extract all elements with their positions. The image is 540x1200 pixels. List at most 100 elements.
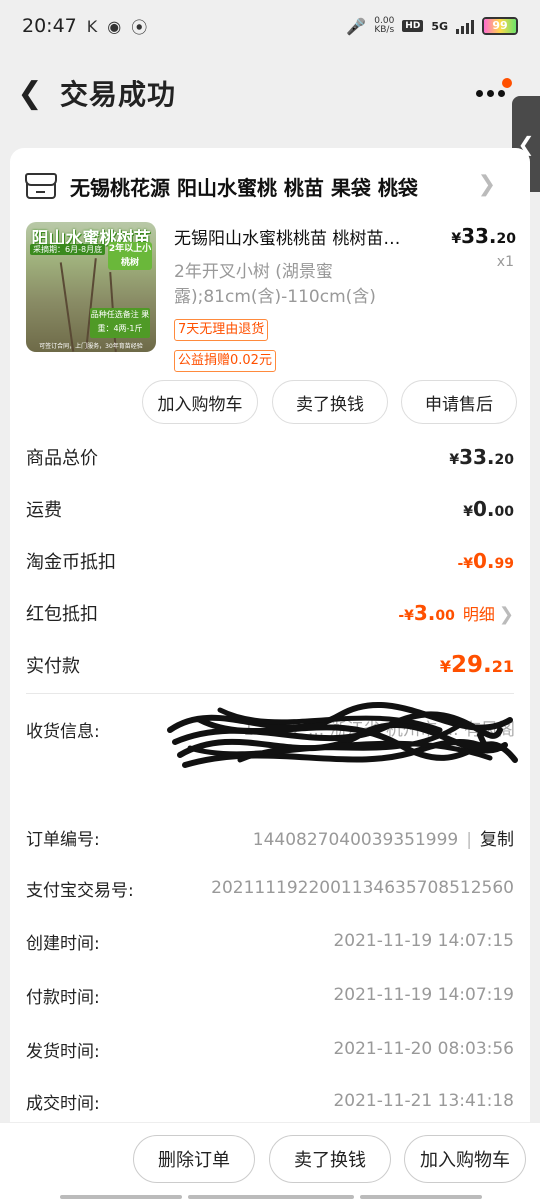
- order-number-value: 1440827040039351999 | 复制: [252, 829, 514, 850]
- shipping-row: 运费 ¥0.00: [26, 494, 514, 524]
- order-card: 无锡桃花源 阳山水蜜桃 桃苗 果袋 桃袋 ❯ 阳山水蜜桃树苗 采摘期：6月-8月…: [10, 148, 530, 1148]
- paid-int: 29.: [450, 652, 492, 678]
- page-title: 交易成功: [60, 78, 177, 111]
- shipping-value: ¥0.00: [463, 497, 514, 521]
- k-app-icon: K: [86, 16, 98, 36]
- redpacket-row[interactable]: 红包抵扣 -¥3.00 明细 ❯: [26, 598, 514, 628]
- coin-discount-label: 淘金币抵扣: [26, 552, 116, 573]
- signal-icon: [456, 18, 474, 34]
- redpacket-int: 3.: [413, 601, 436, 625]
- total-int: 33.: [459, 445, 495, 469]
- chevron-right-icon: ❯: [498, 604, 514, 625]
- delete-order-button[interactable]: 删除订单: [133, 1135, 255, 1183]
- total-sym: ¥: [449, 452, 460, 468]
- shipping-sym: ¥: [463, 504, 473, 520]
- gesture-bar: [188, 1195, 354, 1199]
- order-number: 1440827040039351999: [252, 829, 459, 850]
- shop-row[interactable]: 无锡桃花源 阳山水蜜桃 桃苗 果袋 桃袋 ❯: [10, 166, 530, 206]
- divider: [26, 693, 514, 694]
- receiver-label: 收货信息:: [26, 721, 100, 742]
- coin-discount-value: -¥0.99: [457, 549, 514, 573]
- product-image[interactable]: 阳山水蜜桃树苗 采摘期：6月-8月底 2年以上小桃树 品种任选备注 果重：4两-…: [26, 222, 156, 352]
- gesture-bar: [60, 1195, 182, 1199]
- battery-level: 99: [492, 19, 508, 32]
- product-quantity: x1: [496, 254, 514, 270]
- more-icon[interactable]: [476, 78, 512, 108]
- alipay-row: 支付宝交易号: 2021111922001134635708512560: [26, 873, 514, 903]
- created-time: 2021-11-19 14:07:15: [333, 931, 514, 951]
- shipped-time: 2021-11-20 08:03:56: [333, 1039, 514, 1059]
- net-speed-unit: KB/s: [374, 25, 395, 35]
- redpacket-sym: -¥: [398, 608, 414, 624]
- coin-dec: 99: [494, 556, 514, 572]
- shop-name: 无锡桃花源 阳山水蜜桃 桃苗 果袋 桃袋: [70, 175, 418, 200]
- image-badge: 2年以上小桃树: [108, 242, 152, 270]
- paid-value: ¥29.21: [440, 652, 514, 678]
- completed-time: 2021-11-21 13:41:18: [333, 1091, 514, 1111]
- notification-dot: [502, 78, 512, 88]
- gesture-bar: [360, 1195, 482, 1199]
- coin-int: 0.: [473, 549, 495, 573]
- battery-icon: 99: [482, 17, 518, 35]
- add-cart-button[interactable]: 加入购物车: [142, 380, 258, 424]
- shop-icon: [25, 173, 57, 199]
- price-integer: 33.: [461, 224, 497, 248]
- shipping-dec: 00: [494, 504, 514, 520]
- total-price-row: 商品总价 ¥33.20: [26, 442, 514, 472]
- shipping-int: 0.: [473, 497, 495, 521]
- hotspot-icon: ⦿: [131, 18, 148, 37]
- price-decimal: 20: [496, 231, 516, 247]
- network-type: 5G: [431, 19, 448, 33]
- product-price: ¥33.20: [451, 224, 516, 248]
- microphone-icon: 🎤: [346, 16, 367, 36]
- status-time: 20:47: [22, 15, 77, 37]
- redpacket-value: -¥3.00 明细 ❯: [398, 601, 514, 625]
- completed-label: 成交时间:: [26, 1093, 100, 1114]
- image-footer: 可签订合同，上门服务，30年育苗经验: [39, 343, 143, 350]
- total-price-value: ¥33.20: [449, 445, 514, 469]
- sell-button-bottom[interactable]: 卖了换钱: [269, 1135, 391, 1183]
- shipped-label: 发货时间:: [26, 1041, 100, 1062]
- created-label: 创建时间:: [26, 933, 100, 954]
- coin-discount-row: 淘金币抵扣 -¥0.99: [26, 546, 514, 576]
- paid-time-row: 付款时间: 2021-11-19 14:07:19: [26, 980, 514, 1010]
- hd-icon: HD: [402, 20, 424, 32]
- return-policy-tag: 7天无理由退货: [174, 319, 269, 341]
- completed-row: 成交时间: 2021-11-21 13:41:18: [26, 1086, 514, 1116]
- paid-sym: ¥: [439, 657, 451, 676]
- redpacket-label: 红包抵扣: [26, 604, 98, 625]
- charity-tag: 公益捐赠0.02元: [174, 350, 276, 372]
- created-row: 创建时间: 2021-11-19 14:07:15: [26, 926, 514, 956]
- order-number-row: 订单编号: 1440827040039351999 | 复制: [26, 822, 514, 852]
- product-name[interactable]: 无锡阳山水蜜桃桃苗 桃树苗…: [174, 224, 444, 249]
- alipay-label: 支付宝交易号:: [26, 880, 134, 901]
- paid-dec: 21: [491, 657, 514, 676]
- sell-button[interactable]: 卖了换钱: [272, 380, 388, 424]
- coin-sym: -¥: [457, 556, 473, 572]
- paid-row: 实付款 ¥29.21: [26, 650, 514, 680]
- total-dec: 20: [494, 452, 514, 468]
- price-symbol: ¥: [451, 231, 462, 247]
- redaction-scribble: [167, 701, 518, 768]
- paid-label: 实付款: [26, 656, 80, 677]
- bottom-action-bar: 删除订单 卖了换钱 加入购物车: [0, 1122, 540, 1200]
- nav-bar: ❮ 交易成功: [0, 58, 540, 128]
- product-sku: 2年开叉小树 (湖景蜜露);81cm(含)-110cm(含): [174, 262, 376, 307]
- shipping-label: 运费: [26, 500, 62, 521]
- net-speed: 0.00 KB/s: [374, 17, 394, 35]
- image-subtitle: 采摘期：6月-8月底: [30, 244, 106, 255]
- shipped-row: 发货时间: 2021-11-20 08:03:56: [26, 1034, 514, 1064]
- status-bar: 20:47 K ◉ ⦿ 🎤 0.00 KB/s HD 5G 99: [0, 0, 540, 52]
- add-cart-button-bottom[interactable]: 加入购物车: [404, 1135, 526, 1183]
- redpacket-detail-link[interactable]: 明细: [463, 605, 495, 624]
- copy-button[interactable]: 复制: [480, 830, 514, 850]
- receiver-row: 收货信息:: [26, 714, 176, 744]
- after-sale-button[interactable]: 申请售后: [401, 380, 517, 424]
- paid-time-label: 付款时间:: [26, 987, 100, 1008]
- redpacket-dec: 00: [435, 608, 455, 624]
- chevron-right-icon: ❯: [477, 172, 496, 197]
- wechat-icon: ◉: [107, 16, 122, 36]
- paid-time: 2021-11-19 14:07:19: [333, 985, 514, 1005]
- image-box: 品种任选备注 果重：4两-1斤: [90, 308, 150, 338]
- back-icon[interactable]: ❮: [0, 76, 60, 111]
